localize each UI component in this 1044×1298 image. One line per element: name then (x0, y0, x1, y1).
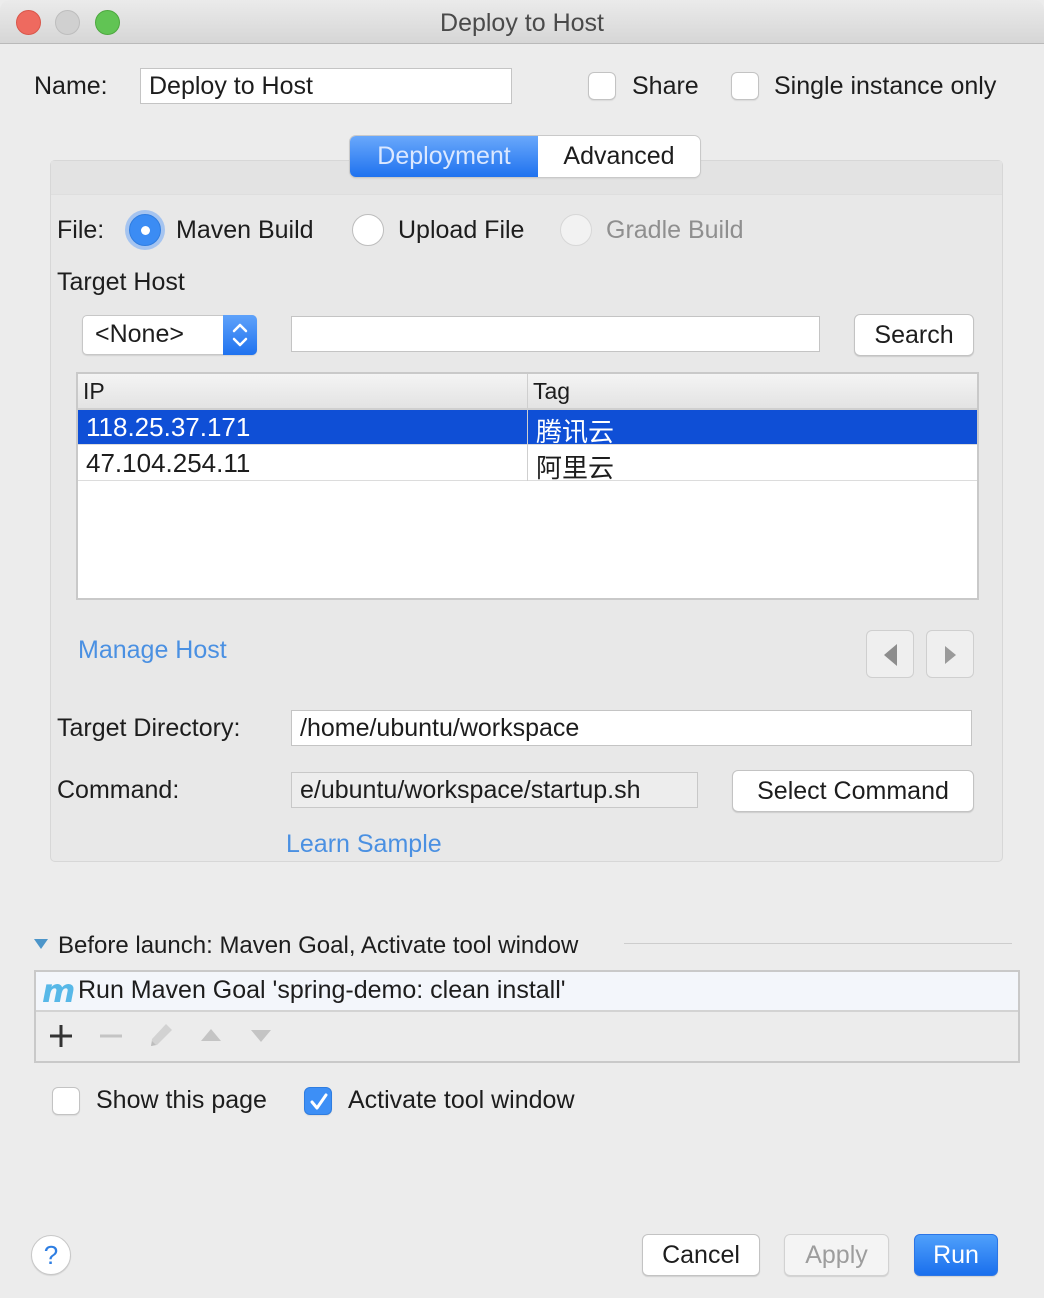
edit-task-button[interactable] (148, 1022, 174, 1055)
title-bar: Deploy to Host (0, 0, 1044, 44)
search-button[interactable]: Search (854, 314, 974, 356)
updown-chevron-icon (223, 315, 257, 355)
host-group-value: <None> (95, 320, 184, 348)
collapse-triangle-icon[interactable] (34, 937, 48, 955)
select-command-button[interactable]: Select Command (732, 770, 974, 812)
tab-bar: Deployment Advanced (350, 136, 700, 177)
target-directory-input[interactable]: /home/ubuntu/workspace (291, 710, 972, 746)
learn-sample-link[interactable]: Learn Sample (286, 830, 442, 859)
triangle-down-icon (251, 1030, 271, 1042)
window-title: Deploy to Host (440, 9, 604, 37)
remove-task-button[interactable] (100, 1022, 122, 1054)
tag-cell: 腾讯云 (536, 417, 615, 447)
show-this-page-checkbox[interactable] (52, 1087, 80, 1115)
checkmark-icon (310, 1093, 328, 1110)
single-instance-checkbox[interactable] (731, 72, 759, 100)
move-down-button[interactable] (250, 1022, 272, 1054)
column-header-ip[interactable]: IP (83, 378, 105, 405)
host-group-dropdown[interactable]: <None> (82, 315, 257, 355)
name-input[interactable]: Deploy to Host (140, 68, 512, 104)
plus-icon (50, 1025, 72, 1047)
pencil-icon (151, 1024, 172, 1046)
run-button[interactable]: Run (914, 1234, 998, 1276)
host-search-input[interactable] (291, 316, 820, 352)
before-launch-header[interactable]: Before launch: Maven Goal, Activate tool… (58, 932, 578, 960)
activate-tool-window-checkbox[interactable] (304, 1087, 332, 1115)
cancel-button[interactable]: Cancel (642, 1234, 760, 1276)
maven-icon: m (42, 972, 76, 1010)
show-this-page-label: Show this page (96, 1086, 267, 1114)
gradle-build-label: Gradle Build (606, 216, 744, 244)
single-instance-label: Single instance only (774, 72, 997, 100)
name-label: Name: (34, 72, 108, 100)
before-launch-task-label: Run Maven Goal 'spring-demo: clean insta… (78, 976, 566, 1004)
minus-icon (100, 1034, 122, 1038)
separator-line (624, 943, 1012, 944)
next-page-button[interactable] (926, 630, 974, 678)
apply-button: Apply (784, 1234, 889, 1276)
move-up-button[interactable] (200, 1022, 222, 1054)
activate-tool-window-label: Activate tool window (348, 1086, 575, 1114)
add-task-button[interactable] (50, 1022, 72, 1054)
ip-cell: 47.104.254.11 (86, 448, 251, 478)
list-item[interactable]: m Run Maven Goal 'spring-demo: clean ins… (36, 972, 1018, 1012)
upload-file-label: Upload File (398, 216, 525, 244)
share-label: Share (632, 72, 699, 100)
triangle-left-icon (884, 644, 897, 666)
manage-host-link[interactable]: Manage Host (78, 636, 227, 665)
tab-advanced[interactable]: Advanced (538, 136, 700, 177)
file-label: File: (57, 216, 105, 244)
deploy-dialog: Deploy to Host Name: Deploy to Host Shar… (0, 0, 1044, 1298)
host-table: IP Tag 118.25.37.171 腾讯云 47.104.254.11 阿… (76, 372, 979, 600)
maven-build-label: Maven Build (176, 216, 314, 244)
ip-cell: 118.25.37.171 (86, 412, 251, 442)
column-divider[interactable] (527, 374, 528, 481)
command-input[interactable]: e/ubuntu/workspace/startup.sh (291, 772, 698, 808)
maven-build-radio[interactable] (129, 214, 161, 246)
previous-page-button[interactable] (866, 630, 914, 678)
column-header-tag[interactable]: Tag (533, 378, 570, 405)
gradle-build-radio (560, 214, 592, 246)
tag-cell: 阿里云 (536, 453, 615, 483)
before-launch-list: m Run Maven Goal 'spring-demo: clean ins… (34, 970, 1020, 1063)
share-checkbox[interactable] (588, 72, 616, 100)
help-button[interactable]: ? (31, 1235, 71, 1275)
target-host-label: Target Host (57, 268, 185, 296)
target-directory-label: Target Directory: (57, 714, 241, 742)
triangle-up-icon (201, 1029, 221, 1041)
tab-deployment[interactable]: Deployment (350, 136, 538, 177)
triangle-right-icon (945, 646, 956, 664)
command-label: Command: (57, 776, 180, 804)
upload-file-radio[interactable] (352, 214, 384, 246)
